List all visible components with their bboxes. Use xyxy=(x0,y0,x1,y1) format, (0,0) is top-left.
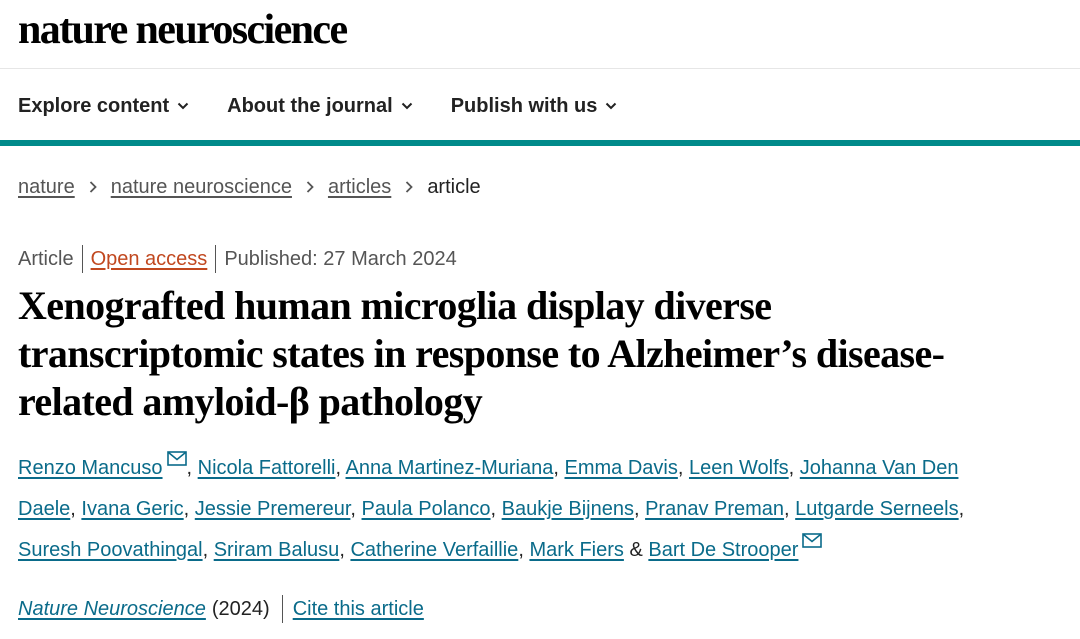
author-conjunction: & xyxy=(629,539,643,561)
article-meta: Article Open access Published: 27 March … xyxy=(18,244,457,274)
chevron-right-icon xyxy=(306,181,314,193)
breadcrumb-link-journal[interactable]: nature neuroscience xyxy=(111,173,292,201)
author-link[interactable]: Lutgarde Serneels xyxy=(795,498,958,520)
author-link[interactable]: Jessie Premereur xyxy=(195,498,351,520)
chevron-down-icon xyxy=(177,102,189,110)
article-title: Xenografted human microglia display dive… xyxy=(18,283,945,424)
breadcrumb: nature nature neuroscience articles arti… xyxy=(18,173,481,201)
journal-link[interactable]: Nature Neuroscience xyxy=(18,594,206,624)
site-header: nature neuroscience xyxy=(18,6,348,54)
chevron-down-icon xyxy=(401,102,412,110)
author-list: Renzo Mancuso, Nicola Fattorelli, Anna M… xyxy=(18,448,1018,571)
mail-icon[interactable] xyxy=(166,451,187,466)
article-type: Article xyxy=(18,248,74,270)
nav-publish-with-us[interactable]: Publish with us xyxy=(451,86,618,126)
chevron-right-icon xyxy=(89,181,97,193)
published-date: Published: 27 March 2024 xyxy=(224,248,457,270)
open-access-link[interactable]: Open access xyxy=(91,244,208,274)
meta-divider xyxy=(215,245,217,273)
author-link[interactable]: Suresh Poovathingal xyxy=(18,539,203,561)
breadcrumb-link-articles[interactable]: articles xyxy=(328,173,391,201)
nav-label: Explore content xyxy=(18,95,170,117)
chevron-down-icon xyxy=(606,102,617,110)
nav-explore-content[interactable]: Explore content xyxy=(18,86,189,126)
author-link[interactable]: Catherine Verfaillie xyxy=(350,539,518,561)
accent-bar xyxy=(0,140,1080,146)
author-link[interactable]: Nicola Fattorelli xyxy=(198,457,336,479)
author-link[interactable]: Sriram Balusu xyxy=(214,539,340,561)
author-link[interactable]: Leen Wolfs xyxy=(689,457,789,479)
cite-this-article-link[interactable]: Cite this article xyxy=(293,594,424,624)
breadcrumb-current: article xyxy=(427,176,481,198)
meta-divider xyxy=(81,245,83,273)
nav-about-journal[interactable]: About the journal xyxy=(227,86,413,126)
citation-divider xyxy=(281,595,283,623)
author-link[interactable]: Mark Fiers xyxy=(529,539,623,561)
mail-icon[interactable] xyxy=(802,533,823,548)
nav-label: About the journal xyxy=(227,95,393,117)
author-link[interactable]: Baukje Bijnens xyxy=(502,498,634,520)
author-link[interactable]: Anna Martinez-Muriana xyxy=(346,457,554,479)
brand-logo[interactable]: nature neuroscience xyxy=(18,6,348,54)
author-link[interactable]: Paula Polanco xyxy=(362,498,491,520)
author-link[interactable]: Ivana Geric xyxy=(81,498,183,520)
citation-line: Nature Neuroscience (2024) Cite this art… xyxy=(18,594,424,624)
main-nav: Explore content About the journal Publis… xyxy=(18,86,617,126)
author-link[interactable]: Emma Davis xyxy=(565,457,678,479)
author-link[interactable]: Pranav Preman xyxy=(645,498,784,520)
header-divider xyxy=(0,68,1080,69)
author-link[interactable]: Renzo Mancuso xyxy=(18,457,163,479)
author-link[interactable]: Bart De Strooper xyxy=(648,539,798,561)
nav-label: Publish with us xyxy=(450,95,598,117)
breadcrumb-link-nature[interactable]: nature xyxy=(18,173,75,201)
publication-year: (2024) xyxy=(211,598,270,620)
chevron-right-icon xyxy=(406,181,414,193)
